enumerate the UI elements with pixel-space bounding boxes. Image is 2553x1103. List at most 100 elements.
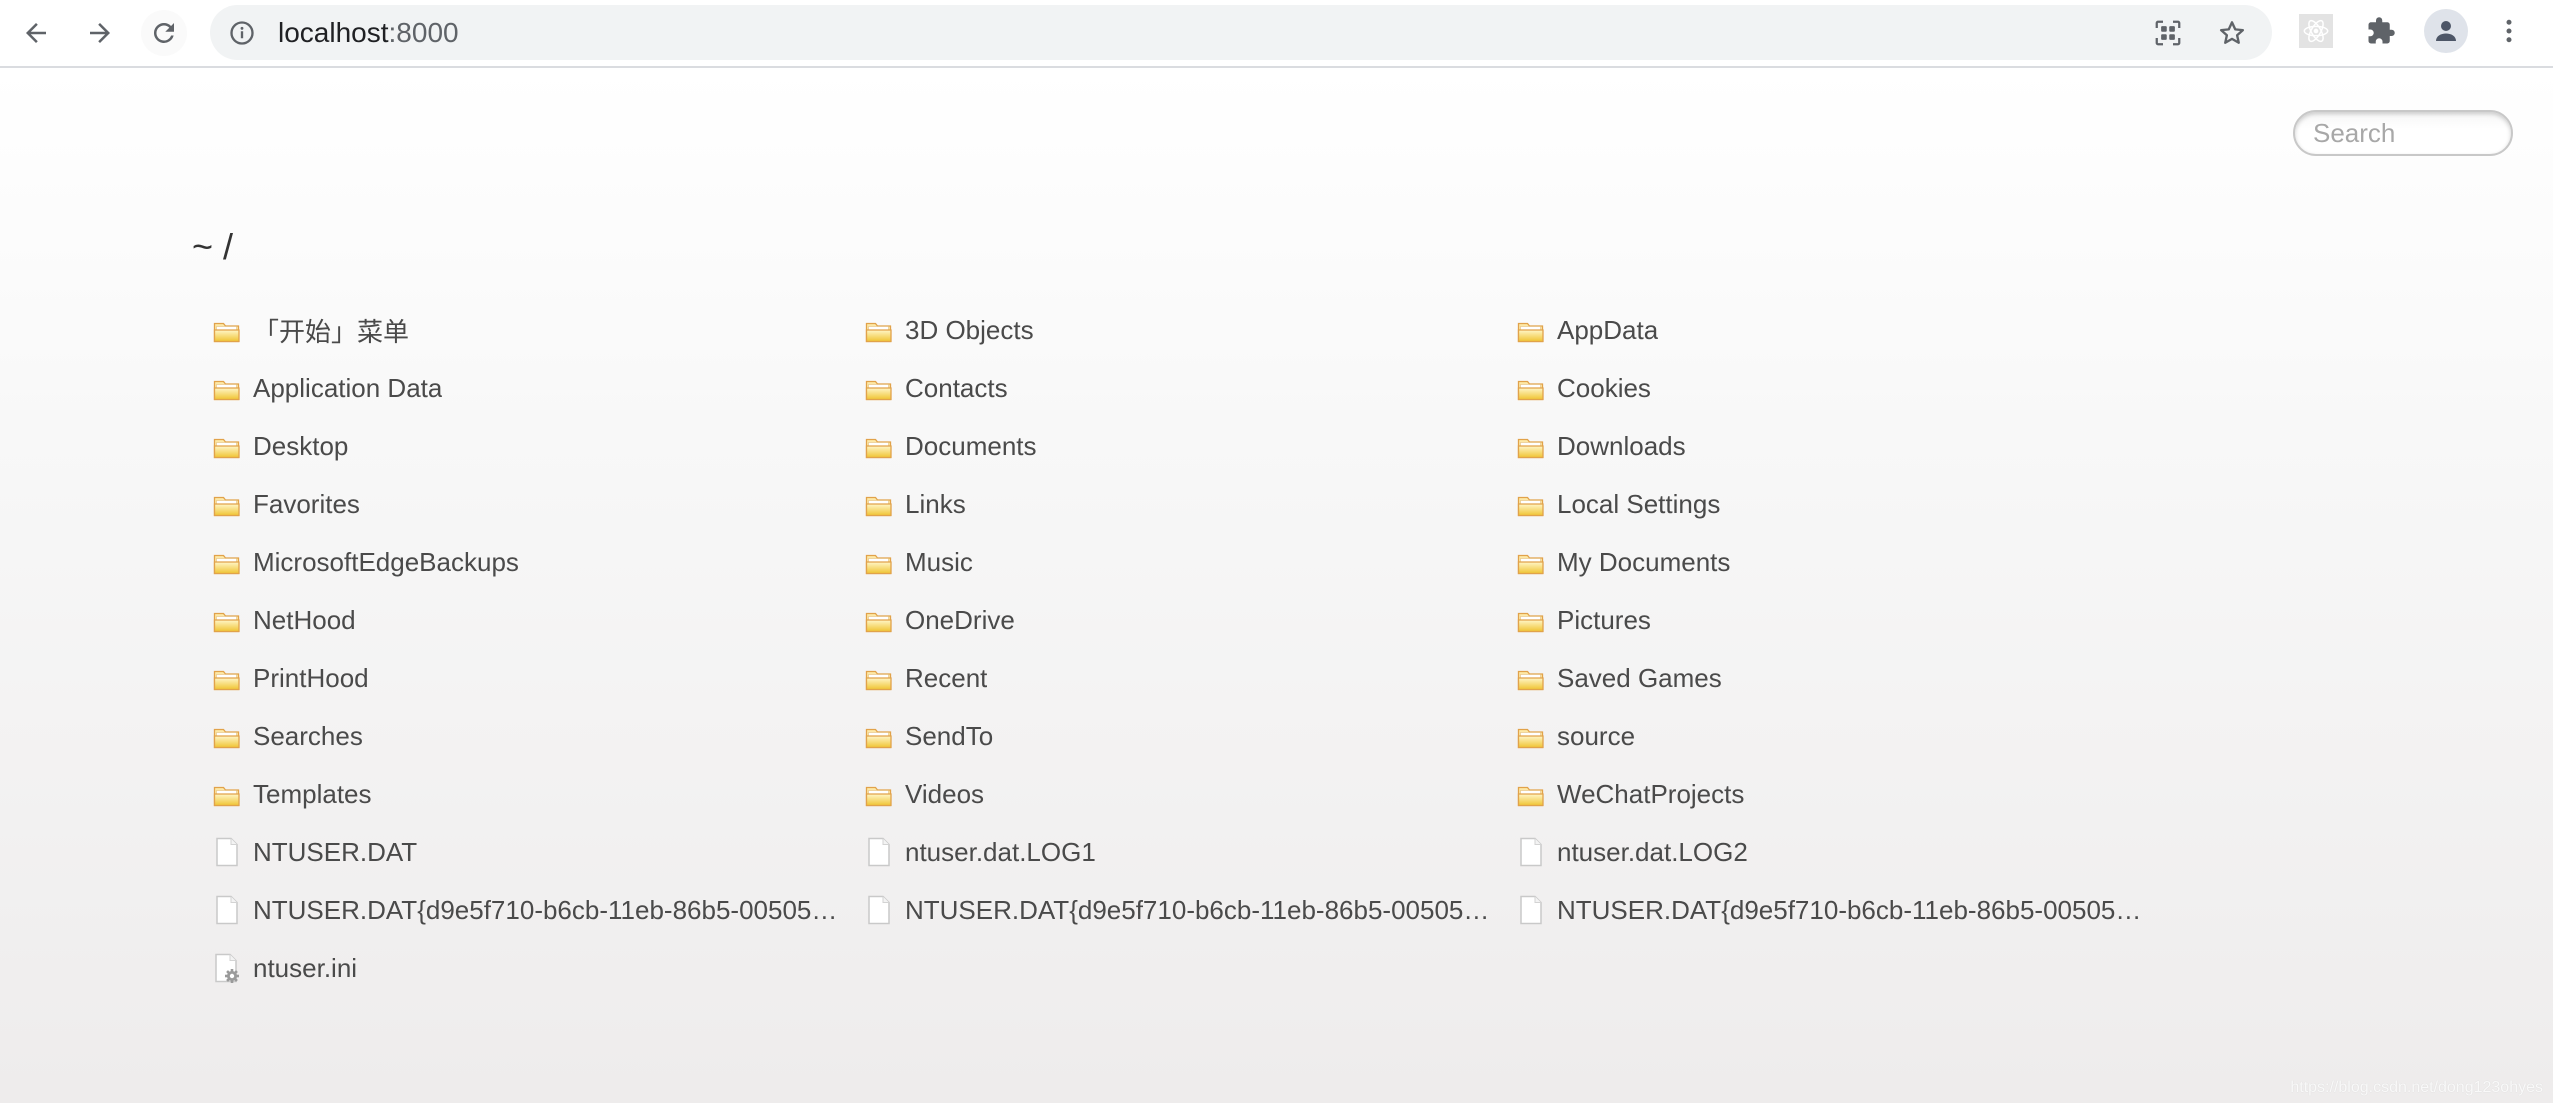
item-name[interactable]: NTUSER.DAT{d9e5f710-b6cb-11eb-86b5-00505… — [253, 895, 837, 926]
folder-item[interactable]: Local Settings — [1517, 475, 2147, 533]
folder-icon — [865, 380, 892, 401]
directory-listing-page: ~ / 「开始」菜单 3D Objects AppData — [0, 68, 2553, 1103]
folder-icon — [1517, 612, 1544, 633]
item-name[interactable]: 「开始」菜单 — [253, 312, 409, 349]
item-name[interactable]: Cookies — [1557, 373, 1651, 404]
folder-icon — [865, 670, 892, 691]
folder-item[interactable]: My Documents — [1517, 533, 2147, 591]
item-name[interactable]: WeChatProjects — [1557, 779, 1744, 810]
folder-item[interactable]: Pictures — [1517, 591, 2147, 649]
item-name[interactable]: Links — [905, 489, 966, 520]
item-name[interactable]: Favorites — [253, 489, 360, 520]
settings-file-icon — [215, 953, 239, 983]
folder-item[interactable]: Documents — [865, 417, 1495, 475]
item-name[interactable]: OneDrive — [905, 605, 1015, 636]
folder-item[interactable]: PrintHood — [213, 649, 843, 707]
address-bar[interactable]: localhost:8000 — [210, 5, 2272, 60]
item-name[interactable]: NTUSER.DAT{d9e5f710-b6cb-11eb-86b5-00505… — [1557, 895, 2141, 926]
folder-icon — [1517, 373, 1545, 403]
item-name[interactable]: NetHood — [253, 605, 356, 636]
folder-item[interactable]: SendTo — [865, 707, 1495, 765]
item-name[interactable]: Templates — [253, 779, 372, 810]
folder-icon — [213, 322, 240, 343]
qr-code-button[interactable] — [2152, 17, 2184, 49]
item-name[interactable]: AppData — [1557, 315, 1658, 346]
search-input[interactable] — [2293, 110, 2513, 156]
item-name[interactable]: Application Data — [253, 373, 442, 404]
folder-icon — [1517, 779, 1545, 809]
folder-item[interactable]: Favorites — [213, 475, 843, 533]
back-button[interactable] — [13, 10, 59, 56]
folder-item[interactable]: Templates — [213, 765, 843, 823]
folder-item[interactable]: MicrosoftEdgeBackups — [213, 533, 843, 591]
item-name[interactable]: ntuser.dat.LOG1 — [905, 837, 1096, 868]
file-item[interactable]: ntuser.ini — [213, 939, 843, 997]
star-icon — [2219, 21, 2245, 44]
folder-item[interactable]: Music — [865, 533, 1495, 591]
item-name[interactable]: source — [1557, 721, 1635, 752]
folder-item[interactable]: Downloads — [1517, 417, 2147, 475]
reload-button[interactable] — [141, 10, 187, 56]
site-info-button[interactable] — [224, 15, 260, 51]
item-name[interactable]: PrintHood — [253, 663, 369, 694]
folder-item[interactable]: Links — [865, 475, 1495, 533]
item-name[interactable]: Saved Games — [1557, 663, 1722, 694]
folder-icon — [213, 612, 240, 633]
item-name[interactable]: Pictures — [1557, 605, 1651, 636]
folder-item[interactable]: Application Data — [213, 359, 843, 417]
folder-icon — [1517, 670, 1544, 691]
folder-item[interactable]: Searches — [213, 707, 843, 765]
item-name[interactable]: Desktop — [253, 431, 348, 462]
item-name[interactable]: Searches — [253, 721, 363, 752]
file-item[interactable]: ntuser.dat.LOG1 — [865, 823, 1495, 881]
item-name[interactable]: Contacts — [905, 373, 1008, 404]
url-text[interactable]: localhost:8000 — [278, 5, 459, 60]
file-item[interactable]: NTUSER.DAT{d9e5f710-b6cb-11eb-86b5-00505… — [1517, 881, 2147, 939]
folder-icon — [213, 786, 240, 807]
item-name[interactable]: Recent — [905, 663, 987, 694]
forward-button[interactable] — [77, 10, 123, 56]
item-name[interactable]: SendTo — [905, 721, 993, 752]
extensions-button[interactable] — [2364, 14, 2398, 48]
bookmark-button[interactable] — [2216, 17, 2248, 49]
item-name[interactable]: NTUSER.DAT — [253, 837, 417, 868]
profile-button[interactable] — [2424, 9, 2468, 53]
folder-item[interactable]: source — [1517, 707, 2147, 765]
folder-icon — [213, 431, 241, 461]
item-name[interactable]: Local Settings — [1557, 489, 1720, 520]
item-name[interactable]: Music — [905, 547, 973, 578]
item-name[interactable]: My Documents — [1557, 547, 1730, 578]
folder-item[interactable]: AppData — [1517, 301, 2147, 359]
folder-icon — [213, 547, 241, 577]
item-name[interactable]: 3D Objects — [905, 315, 1034, 346]
folder-item[interactable]: Desktop — [213, 417, 843, 475]
folder-item[interactable]: Cookies — [1517, 359, 2147, 417]
folder-item[interactable]: OneDrive — [865, 591, 1495, 649]
item-name[interactable]: NTUSER.DAT{d9e5f710-b6cb-11eb-86b5-00505… — [905, 895, 1489, 926]
file-item[interactable]: NTUSER.DAT{d9e5f710-b6cb-11eb-86b5-00505… — [865, 881, 1495, 939]
folder-icon — [213, 438, 240, 459]
item-name[interactable]: Downloads — [1557, 431, 1686, 462]
folder-item[interactable]: Videos — [865, 765, 1495, 823]
folder-item[interactable]: Recent — [865, 649, 1495, 707]
folder-icon — [1517, 728, 1544, 749]
react-devtools-extension[interactable] — [2299, 14, 2333, 48]
folder-item[interactable]: Contacts — [865, 359, 1495, 417]
folder-item[interactable]: 「开始」菜单 — [213, 301, 843, 359]
folder-item[interactable]: WeChatProjects — [1517, 765, 2147, 823]
item-name[interactable]: Videos — [905, 779, 984, 810]
file-item[interactable]: ntuser.dat.LOG2 — [1517, 823, 2147, 881]
item-name[interactable]: MicrosoftEdgeBackups — [253, 547, 519, 578]
folder-item[interactable]: NetHood — [213, 591, 843, 649]
reload-icon — [153, 22, 174, 43]
browser-menu-button[interactable] — [2492, 14, 2526, 48]
folder-item[interactable]: 3D Objects — [865, 301, 1495, 359]
item-name[interactable]: ntuser.dat.LOG2 — [1557, 837, 1748, 868]
folder-item[interactable]: Saved Games — [1517, 649, 2147, 707]
item-name[interactable]: ntuser.ini — [253, 953, 357, 984]
folder-icon — [213, 728, 240, 749]
item-name[interactable]: Documents — [905, 431, 1037, 462]
file-item[interactable]: NTUSER.DAT — [213, 823, 843, 881]
folder-icon — [865, 721, 893, 751]
file-item[interactable]: NTUSER.DAT{d9e5f710-b6cb-11eb-86b5-00505… — [213, 881, 843, 939]
